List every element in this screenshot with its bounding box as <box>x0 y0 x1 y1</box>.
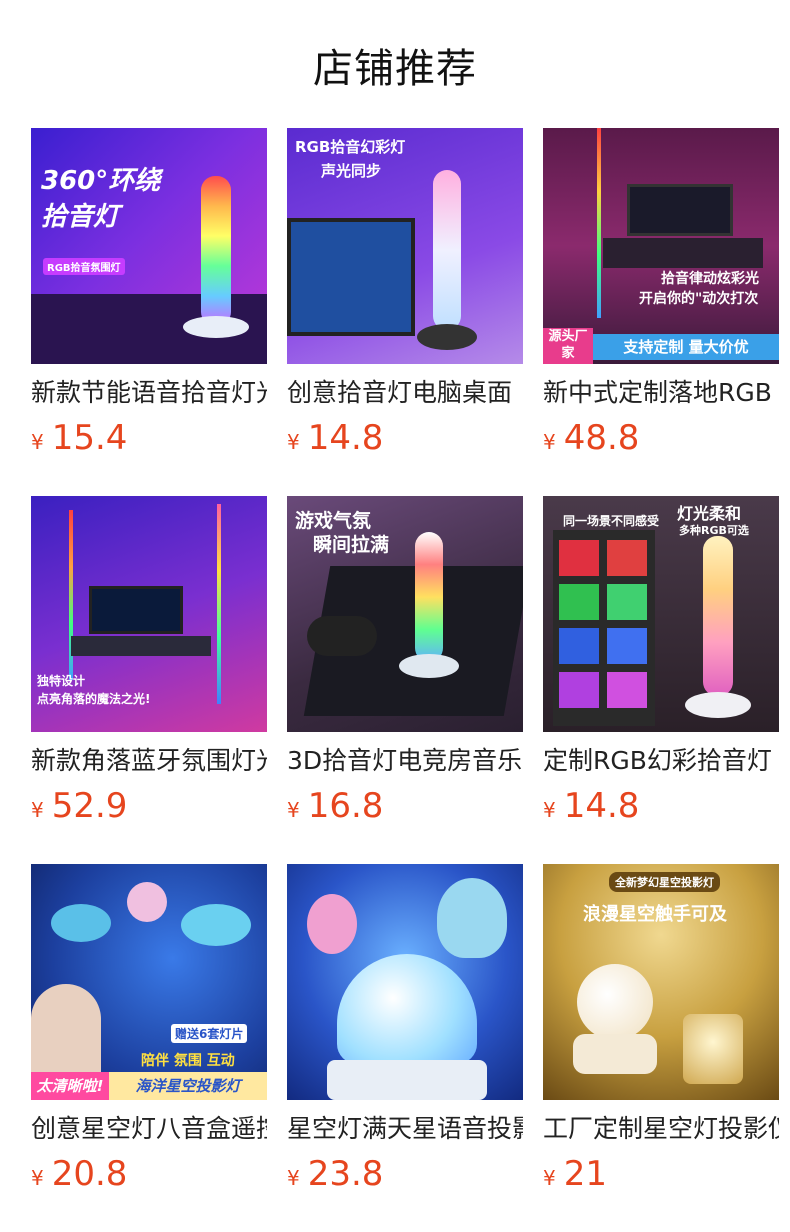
product-card[interactable]: 游戏气氛 瞬间拉满 3D拾音灯电竞房音乐 ¥16.8 <box>287 496 523 826</box>
product-price: ¥14.8 <box>287 418 523 458</box>
product-image[interactable]: 同一场景不同感受 灯光柔和 多种RGB可选 <box>543 496 779 732</box>
currency-symbol: ¥ <box>287 430 300 454</box>
product-name[interactable]: 新款角落蓝牙氛围灯光 <box>31 744 267 778</box>
product-card[interactable]: 赠送6套灯片 陪伴 氛围 互动 太清晰啦! 海洋星空投影灯 创意星空灯八音盒遥控… <box>31 864 267 1194</box>
price-amount: 20.8 <box>51 1154 128 1194</box>
product-price: ¥16.8 <box>287 786 523 826</box>
product-image[interactable]: 拾音律动炫彩光 开启你的"动次打次 源头厂家 支持定制 量大价优 <box>543 128 779 364</box>
currency-symbol: ¥ <box>543 430 556 454</box>
product-price: ¥14.8 <box>543 786 779 826</box>
product-price: ¥23.8 <box>287 1154 523 1194</box>
price-amount: 52.9 <box>51 786 128 826</box>
image-caption: 太清晰啦! <box>31 1072 109 1100</box>
image-caption: 游戏气氛 <box>295 510 372 532</box>
product-image[interactable] <box>287 864 523 1100</box>
image-caption: RGB拾音氛围灯 <box>43 258 125 275</box>
product-name[interactable]: 3D拾音灯电竞房音乐 <box>287 744 523 778</box>
image-caption: 点亮角落的魔法之光! <box>37 692 151 706</box>
price-amount: 14.8 <box>307 418 384 458</box>
image-caption: 拾音灯 <box>41 202 120 232</box>
product-name[interactable]: 新中式定制落地RGB <box>543 376 779 410</box>
image-caption: 源头厂家 <box>543 328 593 364</box>
product-price: ¥52.9 <box>31 786 267 826</box>
image-caption: 声光同步 <box>321 162 382 180</box>
image-caption: 海洋星空投影灯 <box>109 1072 267 1100</box>
product-card[interactable]: 全新梦幻星空投影灯 浪漫星空触手可及 工厂定制星空灯投影仪 ¥21 <box>543 864 779 1194</box>
product-name[interactable]: 定制RGB幻彩拾音灯 <box>543 744 779 778</box>
section-title: 店铺推荐 <box>313 46 477 92</box>
product-card[interactable]: 拾音律动炫彩光 开启你的"动次打次 源头厂家 支持定制 量大价优 新中式定制落地… <box>543 128 779 458</box>
currency-symbol: ¥ <box>31 798 44 822</box>
product-image[interactable]: 独特设计 点亮角落的魔法之光! <box>31 496 267 732</box>
product-card[interactable]: 360°环绕 拾音灯 RGB拾音氛围灯 新款节能语音拾音灯光 ¥15.4 <box>31 128 267 458</box>
image-caption: 拾音律动炫彩光 <box>661 271 759 287</box>
image-caption: 浪漫星空触手可及 <box>583 904 727 925</box>
product-name[interactable]: 创意拾音灯电脑桌面 <box>287 376 523 410</box>
product-price: ¥20.8 <box>31 1154 267 1194</box>
image-caption: 同一场景不同感受 <box>563 514 660 528</box>
product-image[interactable]: 赠送6套灯片 陪伴 氛围 互动 太清晰啦! 海洋星空投影灯 <box>31 864 267 1100</box>
product-image[interactable]: 全新梦幻星空投影灯 浪漫星空触手可及 <box>543 864 779 1100</box>
image-caption: RGB拾音幻彩灯 <box>295 138 406 156</box>
currency-symbol: ¥ <box>31 430 44 454</box>
image-caption: 瞬间拉满 <box>313 534 390 556</box>
price-amount: 21 <box>563 1154 607 1194</box>
currency-symbol: ¥ <box>287 1166 300 1190</box>
product-card[interactable]: 星空灯满天星语音投影 ¥23.8 <box>287 864 523 1194</box>
price-amount: 23.8 <box>307 1154 384 1194</box>
product-price: ¥48.8 <box>543 418 779 458</box>
product-card[interactable]: 同一场景不同感受 灯光柔和 多种RGB可选 定制RGB幻彩拾音灯 ¥14.8 <box>543 496 779 826</box>
price-amount: 16.8 <box>307 786 384 826</box>
product-price: ¥15.4 <box>31 418 267 458</box>
image-caption: 支持定制 量大价优 <box>593 334 779 360</box>
product-card[interactable]: RGB拾音幻彩灯 声光同步 创意拾音灯电脑桌面 ¥14.8 <box>287 128 523 458</box>
product-name[interactable]: 创意星空灯八音盒遥控 <box>31 1112 267 1146</box>
image-caption: 开启你的"动次打次 <box>639 291 759 307</box>
image-caption: 灯光柔和 <box>677 504 742 523</box>
product-name[interactable]: 工厂定制星空灯投影仪 <box>543 1112 779 1146</box>
currency-symbol: ¥ <box>287 798 300 822</box>
product-name[interactable]: 新款节能语音拾音灯光 <box>31 376 267 410</box>
product-image[interactable]: 360°环绕 拾音灯 RGB拾音氛围灯 <box>31 128 267 364</box>
currency-symbol: ¥ <box>543 1166 556 1190</box>
product-image[interactable]: 游戏气氛 瞬间拉满 <box>287 496 523 732</box>
price-amount: 15.4 <box>51 418 128 458</box>
image-caption: 全新梦幻星空投影灯 <box>609 872 720 892</box>
image-caption: 赠送6套灯片 <box>171 1024 248 1043</box>
price-amount: 14.8 <box>563 786 640 826</box>
product-image[interactable]: RGB拾音幻彩灯 声光同步 <box>287 128 523 364</box>
currency-symbol: ¥ <box>31 1166 44 1190</box>
image-caption: 陪伴 氛围 互动 <box>141 1053 235 1069</box>
currency-symbol: ¥ <box>543 798 556 822</box>
product-price: ¥21 <box>543 1154 779 1194</box>
image-caption: 独特设计 <box>37 674 86 688</box>
image-caption: 多种RGB可选 <box>679 524 749 537</box>
image-caption: 360°环绕 <box>41 166 161 196</box>
product-name[interactable]: 星空灯满天星语音投影 <box>287 1112 523 1146</box>
price-amount: 48.8 <box>563 418 640 458</box>
product-card[interactable]: 独特设计 点亮角落的魔法之光! 新款角落蓝牙氛围灯光 ¥52.9 <box>31 496 267 826</box>
